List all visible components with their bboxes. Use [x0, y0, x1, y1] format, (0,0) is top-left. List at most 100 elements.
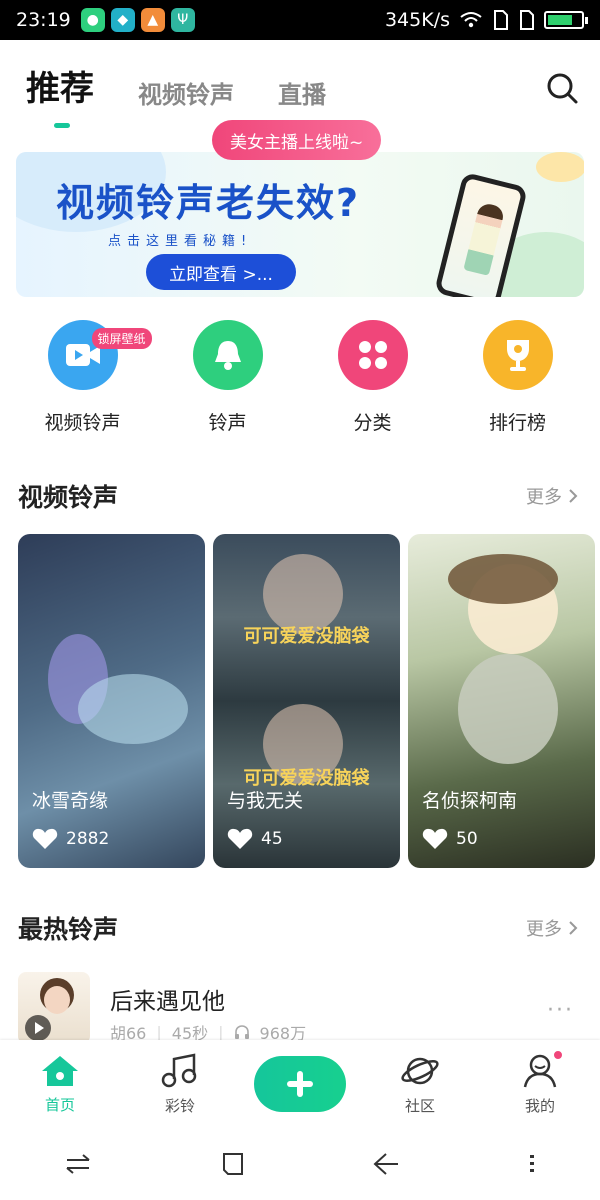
- play-icon[interactable]: [24, 1014, 52, 1042]
- category-row: 锁屏壁纸 视频铃声 铃声 分类 排行榜: [0, 320, 600, 435]
- nav-label: 我的: [524, 1096, 555, 1115]
- nav-label: 首页: [44, 1095, 75, 1114]
- bell-icon: [214, 341, 241, 370]
- heart-icon: [32, 828, 58, 849]
- app-photo-icon: ▲: [140, 8, 165, 32]
- tab-live[interactable]: 直播: [278, 75, 326, 120]
- network-speed: 345K/s: [384, 9, 450, 31]
- category-ringtone[interactable]: 铃声: [173, 320, 283, 435]
- status-time: 23:19: [16, 9, 71, 31]
- menu-icon[interactable]: [527, 1152, 537, 1176]
- music-note-icon: [161, 1052, 197, 1087]
- likes-count: 50: [456, 829, 478, 849]
- plus-icon: [287, 1071, 313, 1097]
- video-section-header: 视频铃声 更多: [18, 478, 578, 514]
- switch-apps-icon[interactable]: [63, 1152, 93, 1176]
- search-icon[interactable]: [544, 70, 580, 106]
- category-video-ringtone[interactable]: 锁屏壁纸 视频铃声: [28, 320, 152, 435]
- chevron-right-icon: [569, 921, 578, 935]
- video-thumbnail-shape: [458, 654, 558, 764]
- category-circle: [337, 320, 408, 390]
- banner-title: 视频铃声老失效?: [56, 181, 361, 225]
- banner-view-button[interactable]: 立即查看 >...: [146, 254, 296, 290]
- status-right: 345K/s: [384, 9, 588, 31]
- banner-decoration: [536, 152, 584, 182]
- video-likes: 2882: [32, 828, 109, 850]
- video-likes: 50: [422, 828, 478, 850]
- category-ranking[interactable]: 排行榜: [463, 320, 573, 435]
- more-link[interactable]: 更多: [526, 483, 578, 509]
- likes-count: 45: [261, 829, 283, 849]
- category-circle: [482, 320, 553, 390]
- bottom-nav: 首页 彩铃 社区 我的: [0, 1040, 600, 1128]
- nav-label: 社区: [404, 1096, 435, 1115]
- trophy-icon: [506, 340, 529, 371]
- grid-icon: [358, 341, 387, 369]
- create-button[interactable]: [254, 1056, 346, 1112]
- video-thumbnail-shape: [448, 554, 558, 604]
- girl-illustration: [463, 201, 506, 276]
- wallpaper-badge: 锁屏壁纸: [91, 328, 152, 349]
- heart-icon: [227, 828, 253, 849]
- heart-icon: [422, 828, 448, 849]
- nav-caller-ringtone[interactable]: 彩铃: [130, 1052, 230, 1116]
- video-list: 冰雪奇缘 2882 可可爱爱没脑袋 可可爱爱没脑袋 与我无关 45 名侦探柯南 …: [18, 534, 595, 868]
- category-classify[interactable]: 分类: [318, 320, 428, 435]
- category-label: 视频铃声: [44, 412, 121, 434]
- more-label: 更多: [526, 919, 562, 940]
- category-label: 排行榜: [488, 412, 546, 434]
- video-card[interactable]: 可可爱爱没脑袋 可可爱爱没脑袋 与我无关 45: [213, 534, 400, 868]
- banner-subtitle: 点击这里看秘籍!: [108, 234, 253, 249]
- category-circle: [192, 320, 263, 390]
- nav-create[interactable]: [250, 1056, 350, 1112]
- video-card[interactable]: 名侦探柯南 50: [408, 534, 595, 868]
- video-card[interactable]: 冰雪奇缘 2882: [18, 534, 205, 868]
- cover-shape: [44, 986, 70, 1014]
- nav-community[interactable]: 社区: [370, 1053, 470, 1116]
- hot-section-header: 最热铃声 更多: [18, 910, 578, 946]
- nav-label: 彩铃: [164, 1096, 195, 1115]
- ringtone-title: 后来遇见他: [110, 989, 225, 1015]
- category-label: 铃声: [208, 412, 247, 434]
- notification-dot: [552, 1048, 564, 1061]
- video-likes: 45: [227, 828, 283, 850]
- meta-divider: |: [156, 1022, 162, 1042]
- more-options-icon[interactable]: ···: [547, 998, 574, 1023]
- section-title: 最热铃声: [18, 915, 119, 944]
- more-label: 更多: [526, 487, 562, 508]
- battery-icon: [544, 11, 588, 29]
- promo-banner[interactable]: 视频铃声老失效? 点击这里看秘籍! 立即查看 >...: [16, 152, 584, 297]
- live-badge[interactable]: 美女主播上线啦~: [212, 120, 382, 160]
- section-title: 视频铃声: [18, 483, 119, 512]
- ringtone-row[interactable]: 后来遇见他 胡66 | 45秒 | 968万 ···: [18, 972, 582, 1044]
- top-tabs: 推荐 视频铃声 直播: [26, 60, 580, 128]
- headphones-icon: [234, 1025, 249, 1039]
- nav-profile[interactable]: 我的: [490, 1048, 590, 1116]
- meta-divider: |: [218, 1022, 224, 1042]
- sim2-icon: [520, 10, 534, 30]
- sim1-icon: [494, 10, 508, 30]
- usb-icon: Ψ: [170, 8, 195, 32]
- video-title: 与我无关: [227, 790, 304, 812]
- tab-video-ringtone[interactable]: 视频铃声: [138, 75, 234, 120]
- app-screen: 23:19 ● ◆ ▲ Ψ 345K/s 推荐 视频铃声 直播 视频铃声老失效?…: [0, 0, 600, 1200]
- video-thumbnail-shape: [78, 674, 188, 744]
- likes-count: 2882: [66, 829, 110, 849]
- home-icon: [42, 1055, 78, 1086]
- tab-recommend[interactable]: 推荐: [26, 61, 94, 128]
- chevron-right-icon: [569, 489, 578, 503]
- planet-icon: [401, 1057, 439, 1084]
- system-nav-bar: [0, 1128, 600, 1200]
- video-title: 名侦探柯南: [422, 790, 518, 812]
- back-icon[interactable]: [372, 1151, 400, 1177]
- app-green-icon: ●: [80, 8, 105, 32]
- battery-fill: [548, 15, 572, 25]
- status-bar: 23:19 ● ◆ ▲ Ψ 345K/s: [0, 0, 600, 40]
- more-link[interactable]: 更多: [526, 915, 578, 941]
- wifi-icon: [460, 12, 482, 28]
- home-square-icon[interactable]: [220, 1151, 246, 1177]
- nav-home[interactable]: 首页: [10, 1054, 110, 1115]
- video-title: 冰雪奇缘: [32, 790, 109, 812]
- video-caption-top: 可可爱爱没脑袋: [243, 626, 370, 647]
- ringtone-cover: [18, 972, 90, 1044]
